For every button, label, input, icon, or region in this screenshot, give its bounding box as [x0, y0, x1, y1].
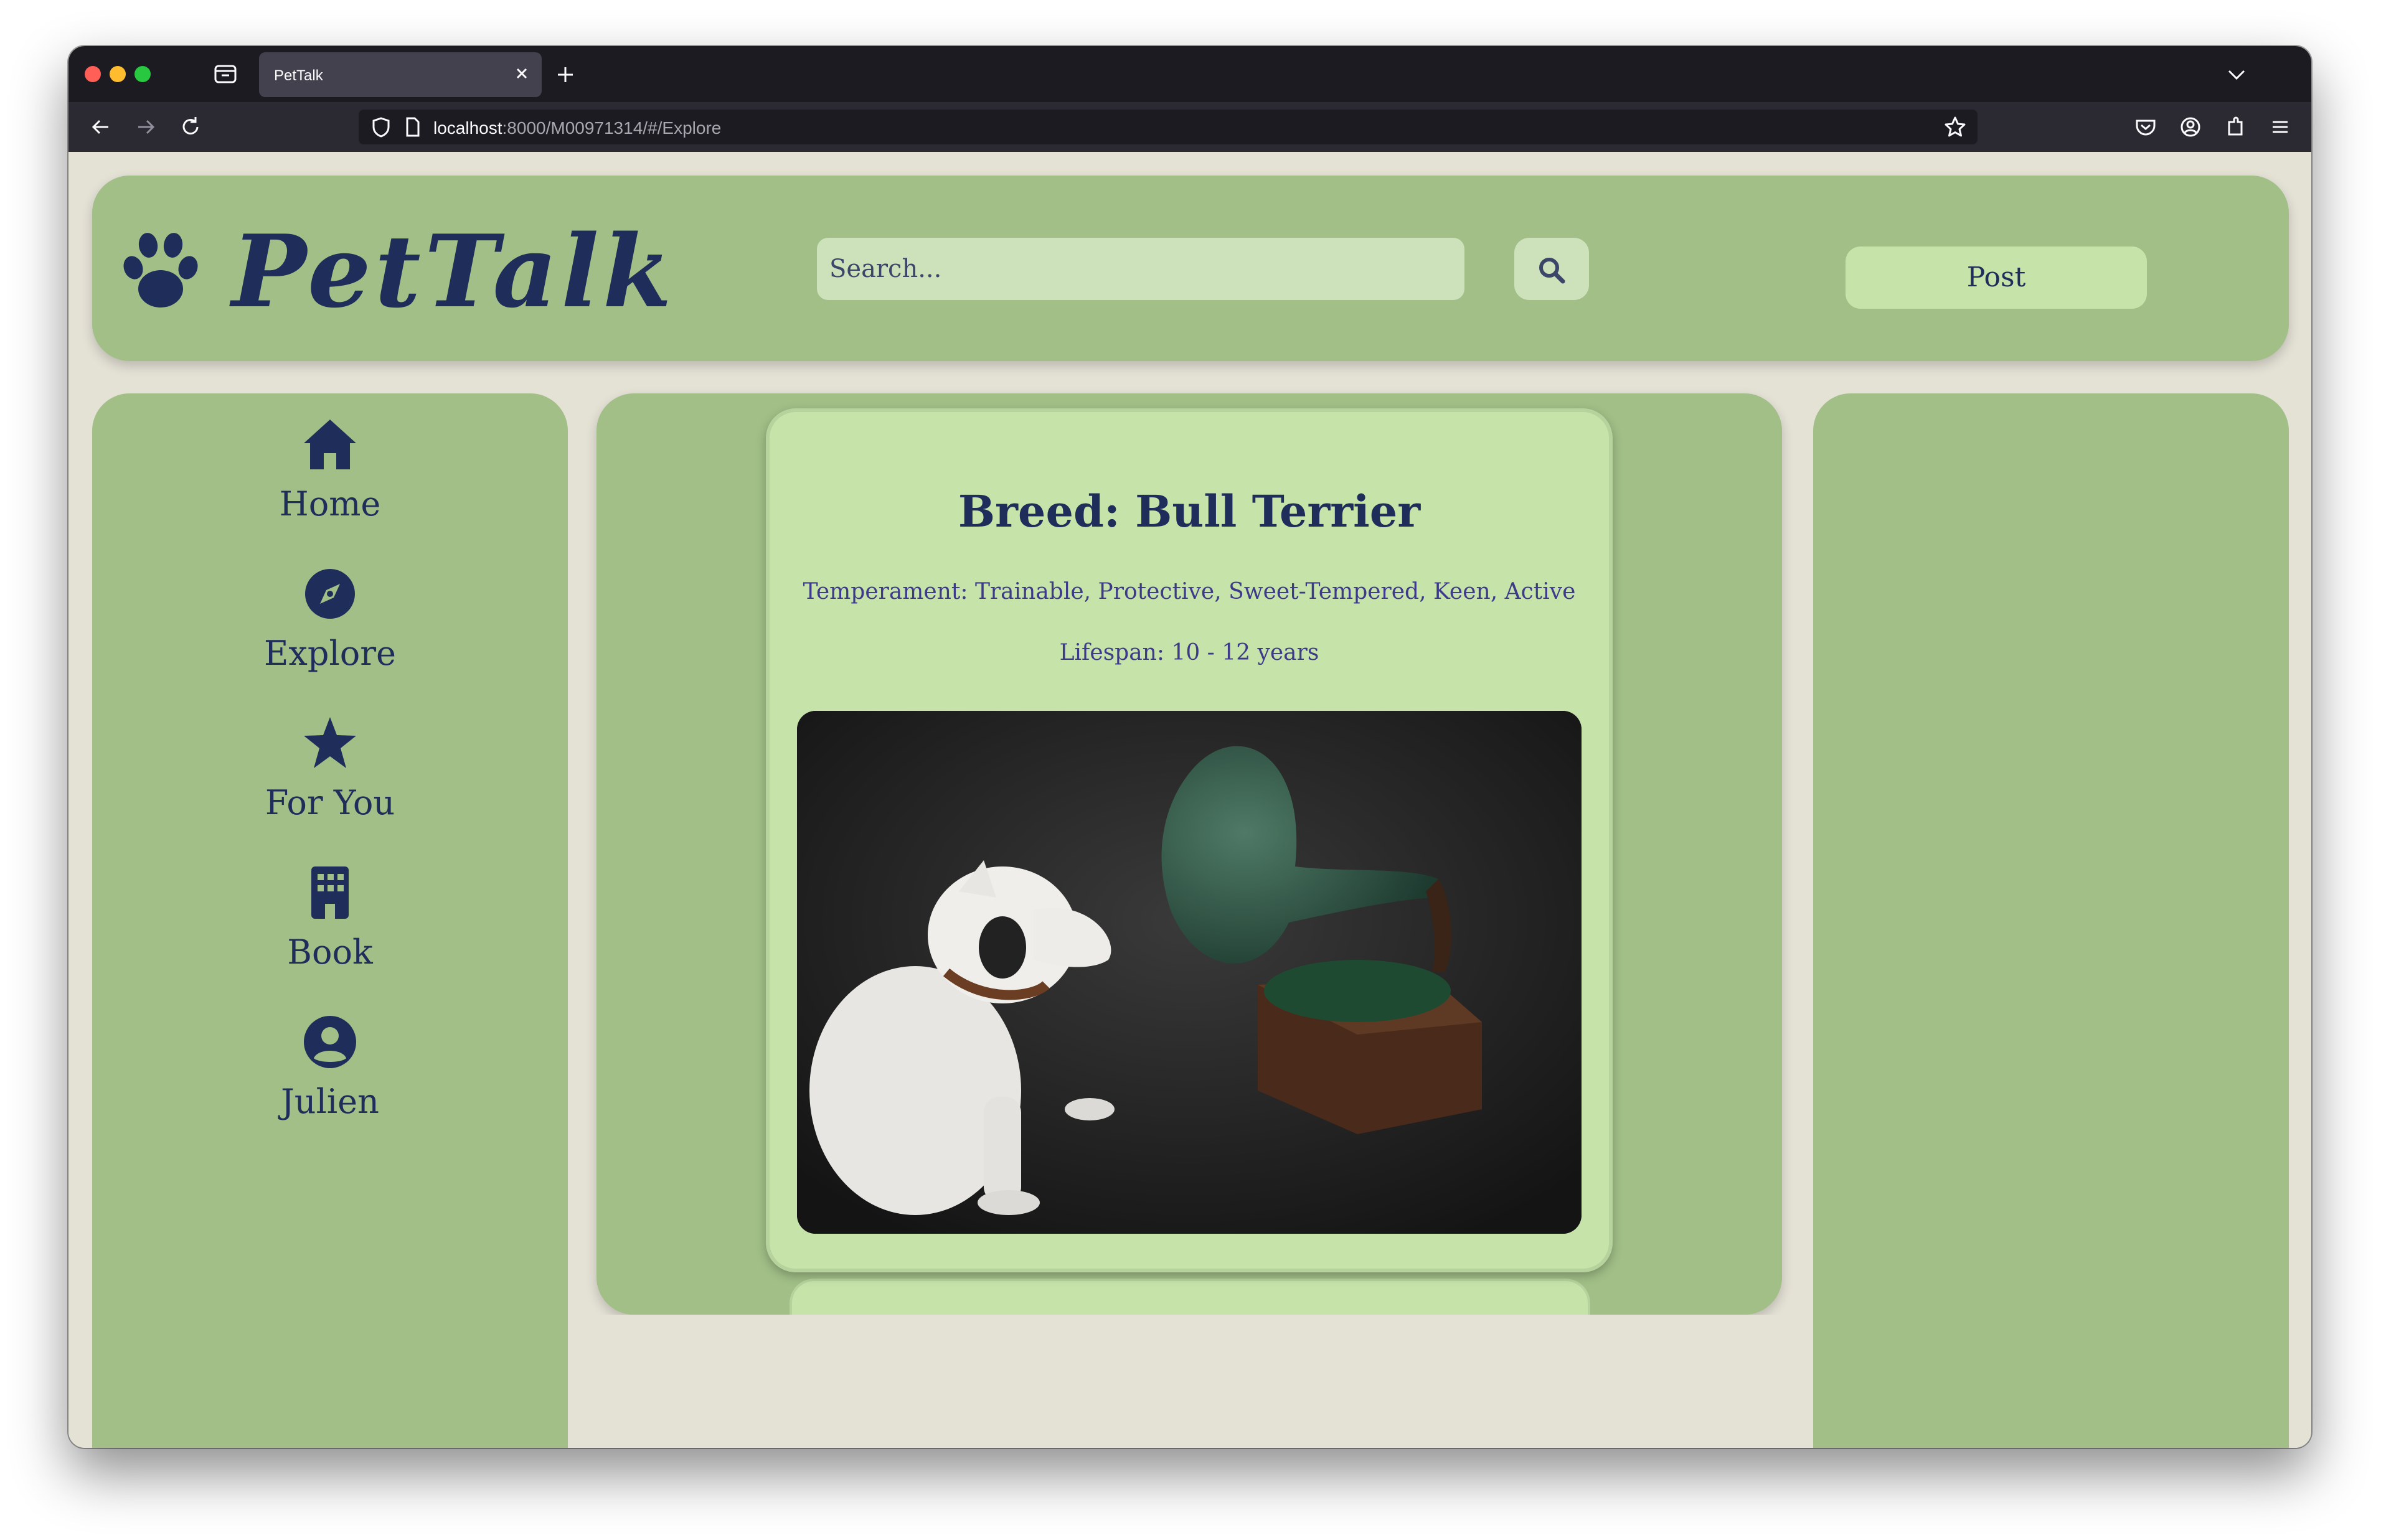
sidebar-item-explore[interactable]: Explore	[92, 565, 568, 673]
breed-photo	[797, 711, 1582, 1234]
reload-icon[interactable]	[177, 113, 204, 141]
minimize-window-button[interactable]	[110, 66, 126, 82]
right-sidebar	[1813, 393, 2289, 1448]
bookmark-star-icon[interactable]	[1943, 115, 1968, 139]
building-icon	[311, 866, 349, 919]
site-logo-text[interactable]: PetTalk	[232, 213, 676, 330]
breed-lifespan: Lifespan: 10 - 12 years	[1059, 640, 1319, 665]
dog-gramophone-image	[797, 711, 1582, 1234]
forward-arrow-icon[interactable]	[132, 113, 159, 141]
extensions-icon[interactable]	[2222, 113, 2249, 141]
address-bar[interactable]: localhost:8000/M00971314/#/Explore	[359, 110, 1978, 144]
breed-title: Breed: Bull Terrier	[958, 486, 1421, 537]
sidebar-item-label: Book	[287, 932, 373, 972]
site-header: PetTalk Post	[92, 176, 2289, 361]
user-icon	[304, 1016, 356, 1068]
sidebar-item-label: Julien	[281, 1082, 379, 1121]
close-tab-icon[interactable]	[511, 62, 533, 85]
star-icon	[304, 717, 356, 768]
search-icon	[1539, 258, 1565, 284]
close-window-button[interactable]	[85, 66, 101, 82]
tab-title: PetTalk	[274, 67, 323, 84]
menu-icon[interactable]	[2266, 113, 2294, 141]
sidebar-item-profile[interactable]: Julien	[92, 1013, 568, 1121]
sidebar-nav: Home Explore For You Book Julien	[92, 393, 568, 1448]
breed-temperament: Temperament: Trainable, Protective, Swee…	[803, 579, 1576, 604]
page: PetTalk Post Home	[68, 152, 2311, 1448]
back-arrow-icon[interactable]	[87, 113, 115, 141]
search-input[interactable]	[817, 238, 1464, 300]
compass-icon	[305, 569, 355, 619]
new-tab-icon[interactable]	[552, 61, 579, 88]
sidebar-item-book[interactable]: Book	[92, 864, 568, 972]
page-icon	[406, 117, 420, 137]
navigation-toolbar: localhost:8000/M00971314/#/Explore	[68, 102, 2311, 152]
feed-bottom-clip	[596, 1315, 1782, 1448]
sidebar-item-home[interactable]: Home	[92, 416, 568, 524]
tab-overview-icon[interactable]	[213, 62, 238, 86]
paw-icon	[123, 233, 198, 308]
browser-window: PetTalk localhost:8000/M00971314/#/Explo…	[68, 46, 2311, 1448]
shield-icon[interactable]	[369, 115, 394, 139]
pocket-icon[interactable]	[2132, 113, 2159, 141]
maximize-window-button[interactable]	[134, 66, 151, 82]
breed-card[interactable]: Breed: Bull Terrier Temperament: Trainab…	[766, 408, 1613, 1272]
account-icon[interactable]	[2177, 113, 2204, 141]
post-button[interactable]: Post	[1846, 246, 2147, 309]
sidebar-item-for-you[interactable]: For You	[92, 715, 568, 822]
url-text: localhost:8000/M00971314/#/Explore	[433, 118, 722, 138]
sidebar-item-label: Explore	[264, 634, 396, 673]
chevron-down-icon[interactable]	[2224, 63, 2249, 86]
sidebar-item-label: For You	[265, 783, 395, 822]
sidebar-item-label: Home	[279, 484, 381, 524]
search-button[interactable]	[1514, 238, 1589, 300]
tab-bar: PetTalk	[68, 46, 2311, 102]
home-icon	[304, 420, 356, 469]
active-tab[interactable]: PetTalk	[259, 52, 542, 97]
